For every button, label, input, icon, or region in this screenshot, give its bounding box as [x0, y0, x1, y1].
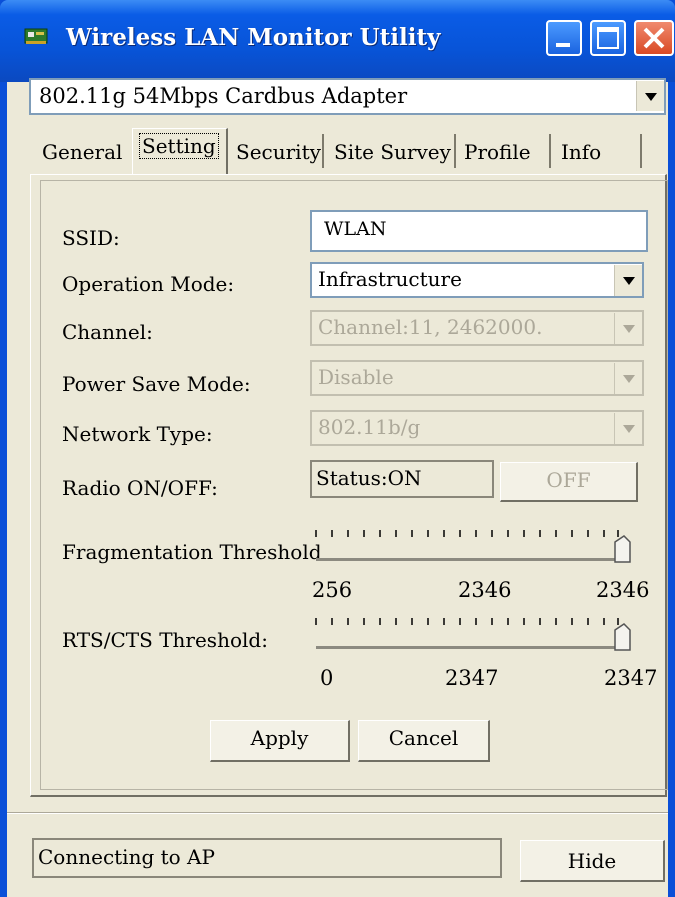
slider-thumb[interactable]	[614, 535, 631, 563]
tab-divider	[640, 134, 642, 168]
fragmentation-current: 2346	[458, 578, 512, 602]
chevron-down-icon[interactable]	[636, 81, 664, 111]
radio-label: Radio ON/OFF:	[62, 476, 218, 500]
ssid-input[interactable]: WLAN	[310, 210, 648, 252]
tab-info[interactable]: Info	[561, 135, 601, 175]
tab-security[interactable]: Security	[236, 135, 321, 175]
channel-value: Channel:11, 2462000.	[318, 315, 543, 339]
apply-button[interactable]: Apply	[210, 720, 350, 762]
ssid-value: WLAN	[324, 218, 387, 240]
network-type-value: 802.11b/g	[318, 415, 421, 439]
slider-ticks	[315, 618, 619, 625]
tab-divider	[322, 134, 324, 168]
tab-site-survey[interactable]: Site Survey	[334, 135, 451, 175]
tab-profile[interactable]: Profile	[464, 135, 531, 175]
rts-label: RTS/CTS Threshold:	[62, 628, 268, 652]
chevron-down-icon[interactable]	[614, 265, 642, 296]
cancel-button[interactable]: Cancel	[358, 720, 490, 762]
rts-min: 0	[320, 666, 334, 690]
fragmentation-min: 256	[312, 578, 353, 602]
maximize-button[interactable]	[590, 20, 626, 56]
slider-track	[316, 558, 626, 561]
chevron-down-icon[interactable]	[614, 313, 642, 344]
fragmentation-label: Fragmentation Threshold	[62, 540, 322, 564]
adapter-select[interactable]: 802.11g 54Mbps Cardbus Adapter	[29, 78, 666, 115]
tab-divider	[549, 134, 551, 168]
minimize-icon	[556, 43, 570, 47]
channel-label: Channel:	[62, 320, 153, 344]
channel-select[interactable]: Channel:11, 2462000.	[310, 310, 644, 346]
hide-button[interactable]: Hide	[520, 840, 665, 882]
close-button[interactable]	[634, 20, 674, 56]
chevron-down-icon[interactable]	[614, 413, 642, 444]
chevron-down-icon[interactable]	[614, 363, 642, 394]
status-field: Connecting to AP	[32, 838, 502, 878]
close-icon	[643, 27, 665, 49]
rts-max: 2347	[604, 666, 658, 690]
network-type-select[interactable]: 802.11b/g	[310, 410, 644, 446]
rts-slider[interactable]	[312, 616, 642, 656]
power-save-label: Power Save Mode:	[62, 372, 251, 396]
adapter-select-value: 802.11g 54Mbps Cardbus Adapter	[39, 84, 408, 108]
status-separator	[7, 812, 668, 814]
operation-mode-value: Infrastructure	[318, 267, 462, 291]
tab-general[interactable]: General	[42, 135, 122, 175]
radio-off-button[interactable]: OFF	[500, 462, 638, 502]
window-title: Wireless LAN Monitor Utility	[66, 24, 441, 51]
slider-ticks	[315, 530, 619, 537]
fragmentation-slider[interactable]	[312, 528, 642, 568]
tab-divider	[454, 134, 456, 168]
minimize-button[interactable]	[546, 20, 582, 56]
network-type-label: Network Type:	[62, 422, 213, 446]
tab-setting-label: Setting	[139, 133, 219, 159]
title-bar[interactable]: Wireless LAN Monitor Utility	[0, 0, 675, 82]
tab-setting[interactable]: Setting	[132, 128, 228, 176]
radio-status: Status:ON	[316, 466, 422, 490]
network-card-icon	[24, 28, 48, 44]
operation-mode-label: Operation Mode:	[62, 272, 235, 296]
radio-status-field: Status:ON	[310, 460, 494, 498]
rts-current: 2347	[445, 666, 499, 690]
operation-mode-select[interactable]: Infrastructure	[310, 262, 644, 298]
power-save-value: Disable	[318, 365, 394, 389]
slider-track	[316, 646, 626, 649]
fragmentation-max: 2346	[596, 578, 650, 602]
slider-thumb[interactable]	[614, 623, 631, 651]
ssid-label: SSID:	[62, 226, 120, 250]
status-text: Connecting to AP	[38, 845, 215, 869]
maximize-icon	[597, 27, 619, 49]
power-save-select[interactable]: Disable	[310, 360, 644, 396]
